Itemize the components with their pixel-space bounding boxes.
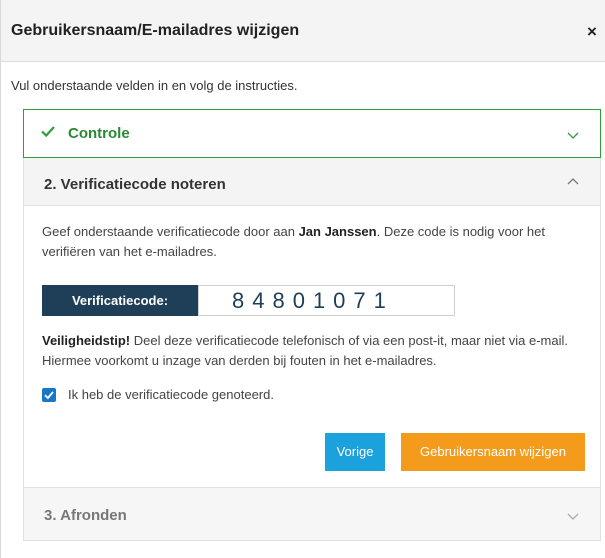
- checkbox-checked-icon: [44, 391, 54, 400]
- verification-code-label: Verificatiecode:: [42, 285, 198, 316]
- dialog-header: Gebruikersnaam/E-mailadres wijzigen ×: [1, 0, 605, 62]
- code-noted-checkbox[interactable]: [42, 388, 56, 402]
- step-afronden-header[interactable]: 3. Afronden: [23, 488, 601, 541]
- step-verificatiecode-panel: 2. Verificatiecode noteren Geef ondersta…: [23, 158, 601, 488]
- step-controle-label: Controle: [68, 125, 130, 142]
- step-afronden-label: 3. Afronden: [44, 507, 127, 524]
- security-tip-title: Veiligheidstip!: [42, 333, 131, 348]
- code-noted-label[interactable]: Ik heb de verificatiecode genoteerd.: [68, 387, 274, 402]
- change-username-dialog: Gebruikersnaam/E-mailadres wijzigen × Vu…: [0, 0, 605, 558]
- check-icon: [41, 126, 55, 138]
- dialog-title: Gebruikersnaam/E-mailadres wijzigen: [11, 22, 300, 39]
- previous-button[interactable]: Vorige: [325, 433, 385, 471]
- step-controle-header[interactable]: Controle: [23, 109, 601, 158]
- step-verificatiecode-label: 2. Verificatiecode noteren: [44, 176, 226, 193]
- verification-code-box: 84801071: [198, 285, 455, 316]
- close-button[interactable]: ×: [587, 22, 597, 42]
- verification-instructions: Geef onderstaande verificatiecode door a…: [42, 222, 587, 262]
- intro-text: Vul onderstaande velden in en volg de in…: [11, 78, 298, 93]
- security-tip: Veiligheidstip! Deel deze verificatiecod…: [42, 331, 592, 371]
- chevron-down-icon: [567, 132, 579, 139]
- recipient-name: Jan Janssen: [298, 224, 377, 239]
- chevron-down-icon: [567, 513, 579, 520]
- chevron-up-icon: [567, 178, 579, 185]
- verification-code-value: 84801071: [232, 288, 394, 313]
- instructions-prefix: Geef onderstaande verificatiecode door a…: [42, 224, 299, 239]
- step-verificatiecode-header[interactable]: 2. Verificatiecode noteren: [24, 158, 600, 206]
- change-username-button[interactable]: Gebruikersnaam wijzigen: [401, 433, 585, 471]
